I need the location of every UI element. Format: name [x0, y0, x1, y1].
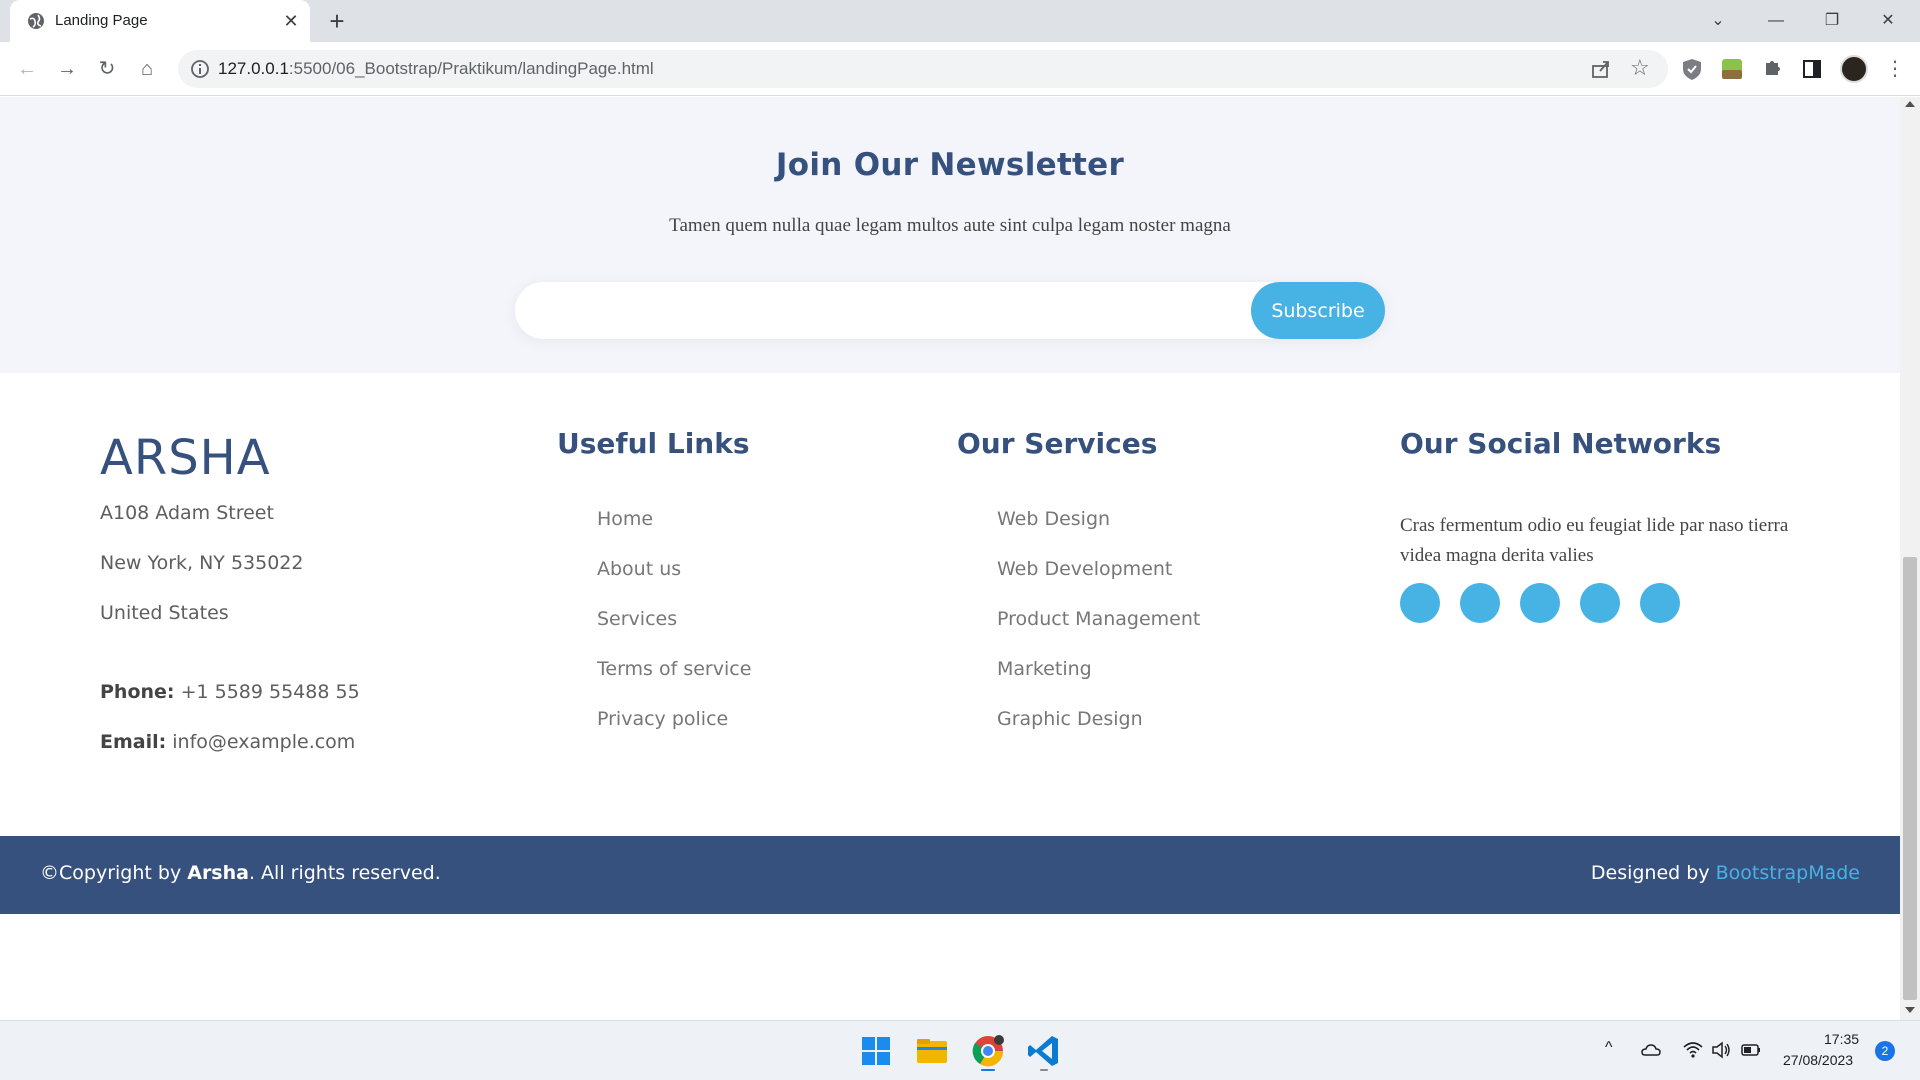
- social-icon-1[interactable]: [1400, 583, 1440, 623]
- windows-taskbar: ^ 17:35 27/08/2023 2: [0, 1020, 1920, 1080]
- side-panel-icon[interactable]: [1798, 55, 1826, 83]
- new-tab-button[interactable]: +: [323, 7, 351, 35]
- forward-button[interactable]: →: [52, 54, 82, 84]
- home-button[interactable]: ⌂: [132, 54, 162, 84]
- windows-start-icon[interactable]: [856, 1031, 896, 1071]
- address-bar[interactable]: 127.0.0.1:5500/06_Bootstrap/Praktikum/la…: [178, 50, 1668, 88]
- phone-label: Phone:: [100, 681, 175, 703]
- back-button[interactable]: ←: [12, 54, 42, 84]
- service-link-graphic-design[interactable]: Graphic Design: [997, 708, 1143, 730]
- volume-icon[interactable]: [1710, 1039, 1732, 1061]
- browser-tab-bar: Landing Page ✕ + ⌄ — ❐ ✕: [0, 0, 1920, 42]
- newsletter-form: Subscribe: [515, 282, 1385, 339]
- minimize-button[interactable]: —: [1754, 6, 1798, 36]
- shield-extension-icon[interactable]: [1678, 55, 1706, 83]
- our-services-title: Our Services: [957, 427, 1158, 460]
- page-viewport: Join Our Newsletter Tamen quem nulla qua…: [0, 97, 1900, 1020]
- newsletter-subtitle: Tamen quem nulla quae legam multos aute …: [669, 215, 1231, 236]
- footer-bottom: ©Copyright by Arsha. All rights reserved…: [0, 836, 1900, 914]
- chrome-icon[interactable]: [968, 1031, 1008, 1071]
- tray-chevron-icon[interactable]: ^: [1605, 1039, 1613, 1057]
- vscode-icon[interactable]: [1024, 1031, 1064, 1071]
- puzzle-extensions-icon[interactable]: [1758, 55, 1786, 83]
- newsletter-section: Join Our Newsletter Tamen quem nulla qua…: [0, 97, 1900, 373]
- browser-tab[interactable]: Landing Page ✕: [10, 0, 310, 42]
- page-scrollbar[interactable]: [1900, 97, 1920, 1020]
- email-line: Email: info@example.com: [100, 731, 355, 753]
- phone-line: Phone: +1 5589 55488 55: [100, 681, 360, 703]
- tab-title: Landing Page: [55, 12, 148, 29]
- subscribe-button[interactable]: Subscribe: [1251, 282, 1385, 339]
- clock-time[interactable]: 17:35: [1824, 1031, 1859, 1047]
- browser-menu-icon[interactable]: ⋮: [1880, 54, 1910, 84]
- scroll-up-arrow-icon[interactable]: [1905, 101, 1915, 107]
- footer-link-terms[interactable]: Terms of service: [597, 658, 751, 680]
- wifi-icon[interactable]: [1682, 1039, 1704, 1061]
- footer-link-about[interactable]: About us: [597, 558, 681, 580]
- onedrive-icon[interactable]: [1640, 1039, 1662, 1061]
- phone-value: +1 5589 55488 55: [180, 681, 360, 703]
- footer-brand: ARSHA: [100, 430, 271, 486]
- address-line-1: A108 Adam Street: [100, 502, 274, 524]
- email-value: info@example.com: [172, 731, 356, 753]
- newsletter-title: Join Our Newsletter: [775, 147, 1125, 183]
- social-icon-3[interactable]: [1520, 583, 1560, 623]
- address-line-2: New York, NY 535022: [100, 552, 304, 574]
- notification-badge[interactable]: 2: [1875, 1041, 1895, 1061]
- scroll-down-arrow-icon[interactable]: [1905, 1007, 1915, 1013]
- plant-extension-icon[interactable]: [1718, 55, 1746, 83]
- restore-button[interactable]: ❐: [1810, 6, 1854, 36]
- service-link-web-design[interactable]: Web Design: [997, 508, 1110, 530]
- globe-icon: [28, 13, 44, 29]
- social-networks-title: Our Social Networks: [1400, 427, 1722, 460]
- url-text[interactable]: 127.0.0.1:5500/06_Bootstrap/Praktikum/la…: [218, 59, 654, 79]
- bootstrapmade-link[interactable]: BootstrapMade: [1716, 862, 1860, 884]
- service-link-web-development[interactable]: Web Development: [997, 558, 1172, 580]
- footer-top: ARSHA A108 Adam Street New York, NY 5350…: [0, 373, 1900, 836]
- copyright-text: ©Copyright by Arsha. All rights reserved…: [40, 862, 441, 884]
- service-link-product-management[interactable]: Product Management: [997, 608, 1200, 630]
- service-link-marketing[interactable]: Marketing: [997, 658, 1092, 680]
- clock-date[interactable]: 27/08/2023: [1783, 1052, 1853, 1068]
- newsletter-email-input[interactable]: [535, 290, 1235, 330]
- social-description: Cras fermentum odio eu feugiat lide par …: [1400, 515, 1789, 566]
- bookmark-star-icon[interactable]: ☆: [1630, 55, 1650, 81]
- profile-avatar[interactable]: [1840, 55, 1868, 83]
- social-icon-5[interactable]: [1640, 583, 1680, 623]
- battery-icon[interactable]: [1740, 1039, 1762, 1061]
- close-window-button[interactable]: ✕: [1866, 6, 1910, 36]
- close-tab-icon[interactable]: ✕: [280, 10, 302, 32]
- info-icon[interactable]: [190, 59, 210, 79]
- footer-link-services[interactable]: Services: [597, 608, 677, 630]
- share-icon[interactable]: [1590, 58, 1612, 80]
- file-explorer-icon[interactable]: [912, 1031, 952, 1071]
- browser-toolbar: ← → ↻ ⌂ 127.0.0.1:5500/06_Bootstrap/Prak…: [0, 42, 1920, 96]
- credits-text: Designed by BootstrapMade: [1590, 862, 1860, 884]
- useful-links-title: Useful Links: [557, 427, 750, 460]
- reload-button[interactable]: ↻: [92, 54, 122, 84]
- scrollbar-thumb[interactable]: [1903, 557, 1917, 1000]
- social-icon-2[interactable]: [1460, 583, 1500, 623]
- footer-link-privacy[interactable]: Privacy police: [597, 708, 728, 730]
- email-label: Email:: [100, 731, 167, 753]
- social-icon-4[interactable]: [1580, 583, 1620, 623]
- footer-link-home[interactable]: Home: [597, 508, 653, 530]
- tab-search-icon[interactable]: ⌄: [1696, 6, 1740, 36]
- address-line-3: United States: [100, 602, 229, 624]
- copyright-brand: Arsha: [187, 862, 249, 884]
